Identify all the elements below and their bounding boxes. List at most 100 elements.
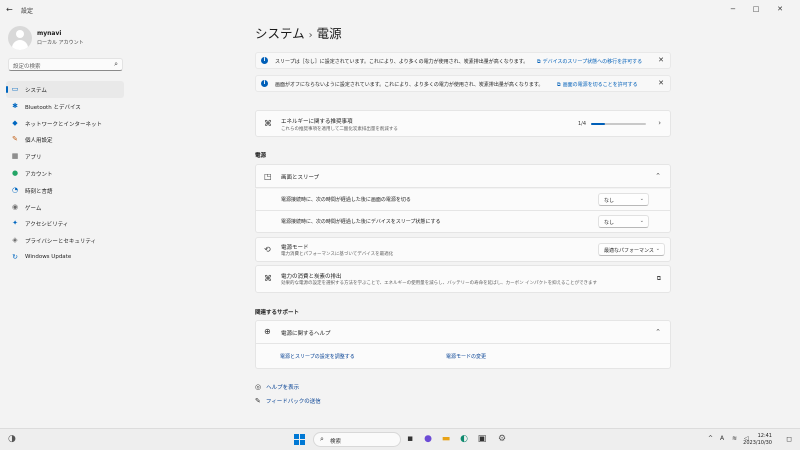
power-usage-subtitle: 効果的な電源の設定を選択する方法を学ぶことで、エネルギーの使用量を減らし、バッテ… bbox=[281, 281, 597, 286]
chat-icon[interactable]: ● bbox=[422, 433, 434, 445]
external-link-icon: ⧉ bbox=[656, 275, 661, 282]
edge-icon[interactable]: ◐ bbox=[458, 433, 470, 445]
screen-off-icon: ⧉ bbox=[557, 81, 561, 88]
accessibility-icon: ✦ bbox=[12, 219, 18, 228]
energy-title: エネルギーに関する推奨事項 bbox=[281, 119, 353, 125]
chevron-down-icon: ⌄ bbox=[639, 218, 644, 224]
notification-icon[interactable]: ◻ bbox=[786, 435, 792, 443]
screen-off-dropdown[interactable]: なし ⌄ bbox=[598, 193, 649, 206]
power-mode-subtitle: 電力消費とパフォーマンスに基づいてデバイスを最適化 bbox=[281, 252, 394, 257]
shield-icon: ◈ bbox=[12, 236, 18, 245]
breadcrumb-parent[interactable]: システム bbox=[255, 26, 305, 41]
chevron-right-icon: › bbox=[658, 119, 661, 127]
close-icon[interactable]: ✕ bbox=[658, 79, 664, 87]
sidebar-item-2[interactable]: ◆ ネットワークとインターネット bbox=[6, 115, 124, 132]
sidebar-item-label: アプリ bbox=[25, 155, 42, 162]
screen-off-value: なし bbox=[604, 198, 615, 204]
info-icon: i bbox=[261, 57, 268, 64]
maximize-button[interactable]: □ bbox=[745, 2, 767, 16]
power-usage-title: 電力の消費と炭素の排出 bbox=[281, 274, 342, 280]
weather-icon[interactable]: ◑ bbox=[8, 434, 16, 444]
user-name: mynavi bbox=[37, 30, 62, 37]
clock[interactable]: 12:41 2023/10/30 bbox=[743, 433, 772, 446]
sidebar-item-label: 時刻と言語 bbox=[25, 188, 53, 195]
bluetooth-icon: ✱ bbox=[12, 101, 18, 110]
allow-screen-off-link[interactable]: ⧉ 画面の電源を切ることを許可する bbox=[557, 81, 638, 88]
sidebar-item-7[interactable]: ◉ ゲーム bbox=[6, 199, 124, 216]
sidebar-item-4[interactable]: ▦ アプリ bbox=[6, 148, 124, 165]
power-mode-title: 電源モード bbox=[281, 245, 309, 251]
sidebar-item-3[interactable]: ✎ 個人用設定 bbox=[6, 131, 124, 148]
title-bar: ← 設定 − □ ✕ bbox=[0, 0, 800, 20]
banner-text: 画面がオフにならないように設定されています。これにより、より多くの電力が使用され… bbox=[275, 81, 544, 88]
chevron-up-icon: ⌃ bbox=[655, 172, 661, 180]
monitor-icon: ▭ bbox=[11, 85, 19, 93]
close-button[interactable]: ✕ bbox=[769, 2, 791, 16]
help-icon: ◎ bbox=[255, 383, 262, 391]
energy-subtitle: これらの推奨事項を適用して二酸化炭素排出量を削減する bbox=[281, 127, 398, 132]
get-help-label: ヘルプを表示 bbox=[266, 385, 300, 391]
allow-sleep-link-label: デバイスのスリープ状態への移行を許可する bbox=[542, 58, 643, 65]
leaf-chat-icon: ⌘ bbox=[264, 119, 272, 128]
screen-sleep-header[interactable]: ◳ 画面とスリープ ⌃ bbox=[255, 164, 671, 188]
tray-overflow-icon[interactable]: ^ bbox=[708, 435, 713, 442]
breadcrumb-separator: › bbox=[308, 30, 313, 41]
screen-warning-banner: i 画面がオフにならないように設定されています。これにより、より多くの電力が使用… bbox=[255, 75, 671, 92]
sidebar-item-1[interactable]: ✱ Bluetooth とデバイス bbox=[6, 98, 124, 115]
energy-recommendations-card[interactable]: ⌘ エネルギーに関する推奨事項 これらの推奨事項を適用して二酸化炭素排出量を削減… bbox=[255, 110, 671, 137]
get-help-link[interactable]: ◎ ヘルプを表示 bbox=[255, 383, 299, 391]
feedback-link[interactable]: ✎ フィードバックの送信 bbox=[255, 397, 321, 405]
sidebar-item-label: プライバシーとセキュリティ bbox=[25, 239, 97, 246]
power-mode-card: ⟲ 電源モード 電力消費とパフォーマンスに基づいてデバイスを最適化 最適なパフォ… bbox=[255, 237, 671, 262]
avatar bbox=[8, 26, 32, 50]
sidebar-item-10[interactable]: ↻ Windows Update bbox=[6, 249, 124, 266]
search-input[interactable]: 設定の検索 ⌕ bbox=[8, 58, 123, 71]
brush-icon: ✎ bbox=[12, 135, 18, 144]
sleep-value: なし bbox=[604, 220, 615, 226]
close-icon[interactable]: ✕ bbox=[658, 56, 664, 64]
power-help-links: 電源とスリープの設定を調整する 電源モードの変更 bbox=[255, 344, 671, 369]
sidebar-item-9[interactable]: ◈ プライバシーとセキュリティ bbox=[6, 232, 124, 249]
sidebar-item-label: システム bbox=[25, 88, 47, 94]
sleep-device-icon: ⧉ bbox=[537, 58, 541, 65]
power-help-header[interactable]: ⊕ 電源に関するヘルプ ⌃ bbox=[255, 320, 671, 344]
sidebar-item-label: Windows Update bbox=[25, 253, 72, 260]
sidebar-item-label: ネットワークとインターネット bbox=[25, 121, 103, 128]
sleep-dropdown[interactable]: なし ⌄ bbox=[598, 215, 649, 228]
power-mode-icon: ⟲ bbox=[264, 245, 271, 254]
language-indicator[interactable]: A bbox=[720, 435, 724, 442]
banner-text: スリープは［なし］に設定されています。これにより、より多くの電力が使用され、炭素… bbox=[275, 58, 529, 65]
minimize-button[interactable]: − bbox=[722, 2, 744, 16]
allow-sleep-link[interactable]: ⧉ デバイスのスリープ状態への移行を許可する bbox=[537, 58, 642, 65]
store-icon[interactable]: ▣ bbox=[476, 433, 488, 445]
globe-icon: ⊕ bbox=[264, 327, 271, 336]
progress-bar bbox=[591, 123, 646, 125]
power-mode-dropdown[interactable]: 最適なパフォーマンス ⌄ bbox=[598, 243, 665, 256]
sidebar-item-8[interactable]: ✦ アクセシビリティ bbox=[6, 215, 124, 232]
sidebar-item-6[interactable]: ◔ 時刻と言語 bbox=[6, 182, 124, 199]
feedback-icon: ✎ bbox=[255, 397, 261, 405]
chevron-down-icon: ⌄ bbox=[655, 246, 660, 252]
power-usage-card[interactable]: ⌘ 電力の消費と炭素の排出 効果的な電源の設定を選択する方法を学ぶことで、エネル… bbox=[255, 265, 671, 293]
search-placeholder: 設定の検索 bbox=[13, 64, 41, 70]
wifi-icon[interactable]: ≋ bbox=[732, 435, 737, 442]
adjust-sleep-link[interactable]: 電源とスリープの設定を調整する bbox=[280, 353, 355, 360]
chevron-down-icon: ⌄ bbox=[639, 196, 644, 202]
arrow-left-icon[interactable]: ← bbox=[6, 5, 13, 14]
search-icon: ⌕ bbox=[320, 435, 324, 443]
task-view-icon[interactable]: ▪ bbox=[404, 433, 416, 445]
taskbar-search[interactable]: ⌕ 検索 bbox=[313, 432, 401, 447]
sleep-warning-banner: i スリープは［なし］に設定されています。これにより、より多くの電力が使用され、… bbox=[255, 52, 671, 69]
power-mode-value: 最適なパフォーマンス bbox=[604, 248, 654, 254]
sidebar-item-0[interactable]: ▭ システム bbox=[6, 81, 124, 98]
allow-screen-off-link-label: 画面の電源を切ることを許可する bbox=[562, 81, 638, 88]
sleep-label: 電源接続時に、次の時間が経過した後にデバイスをスリープ状態にする bbox=[281, 219, 441, 225]
file-explorer-icon[interactable]: ▬ bbox=[440, 433, 452, 445]
settings-gear-icon[interactable]: ⚙ bbox=[496, 433, 508, 445]
sidebar-item-5[interactable]: ● アカウント bbox=[6, 165, 124, 182]
windows-start-icon[interactable] bbox=[294, 434, 305, 445]
sleep-row: 電源接続時に、次の時間が経過した後にデバイスをスリープ状態にする なし ⌄ bbox=[255, 211, 671, 233]
change-power-mode-link[interactable]: 電源モードの変更 bbox=[446, 353, 486, 360]
screen-sleep-icon: ◳ bbox=[264, 172, 272, 181]
gamepad-icon: ◉ bbox=[11, 202, 19, 211]
